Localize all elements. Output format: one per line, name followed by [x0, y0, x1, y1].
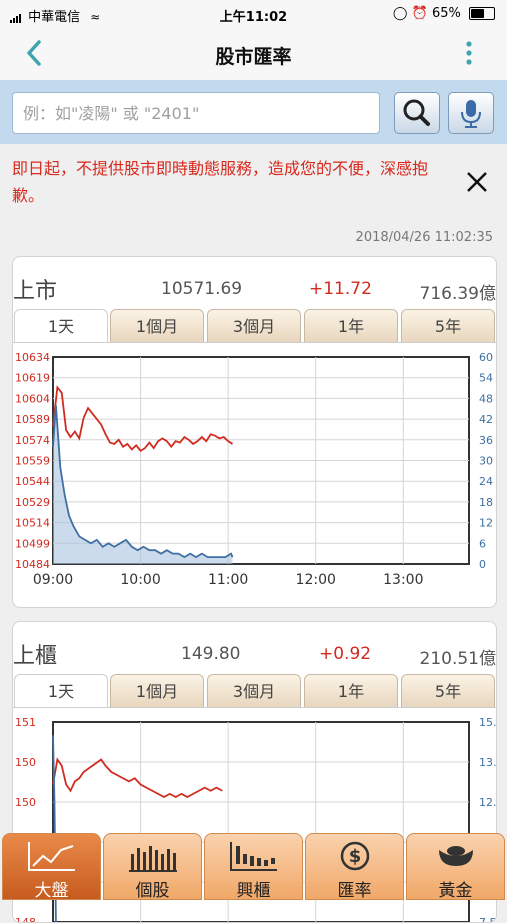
tab-3month[interactable]: 3個月	[207, 674, 301, 708]
market-change: +11.72	[309, 279, 372, 299]
intraday-chart: 10634 10619 10604 10589 10574 10559 10544 10529…	[15, 351, 493, 588]
bottom-tab-label: 大盤	[34, 881, 69, 901]
y-left-tick: 150	[15, 796, 36, 809]
x-tick: 10:00	[120, 572, 160, 588]
nav-bar: 股市匯率	[0, 28, 507, 81]
market-name: 上櫃	[13, 644, 58, 669]
y-right-tick: 42	[479, 413, 493, 426]
y-right-tick: 54	[479, 372, 493, 385]
bottom-tab-exchange[interactable]: $ 匯率	[305, 833, 404, 901]
bar-chart-icon	[129, 846, 177, 872]
bottom-tab-emerging[interactable]: 興櫃	[204, 833, 303, 901]
trend-line-icon	[28, 842, 75, 871]
bottom-tab-market[interactable]: 大盤	[2, 833, 101, 901]
x-tick: 09:00	[33, 572, 73, 588]
microphone-icon	[461, 100, 481, 128]
tab-1month[interactable]: 1個月	[110, 674, 204, 708]
y-left-tick: 150	[15, 756, 36, 769]
y-left-tick: 10499	[15, 537, 50, 550]
bottom-tab-label: 匯率	[337, 881, 372, 901]
y-right-tick: 36	[479, 434, 493, 447]
search-field	[12, 92, 380, 134]
search-icon	[403, 99, 430, 126]
y-left-tick: 151	[15, 716, 36, 729]
y-right-tick: 24	[479, 475, 493, 488]
svg-text:$: $	[349, 846, 362, 867]
x-tick: 12:00	[296, 572, 336, 588]
update-timestamp: 2018/04/26 11:02:35	[355, 230, 493, 245]
y-right-tick: 48	[479, 392, 493, 405]
tab-5year[interactable]: 5年	[401, 309, 495, 343]
tab-1day[interactable]: 1天	[14, 309, 108, 343]
market-change: +0.92	[319, 644, 372, 664]
tab-1month[interactable]: 1個月	[110, 309, 204, 343]
y-right-tick: 7.5	[479, 916, 496, 922]
y-right-tick: 6	[479, 537, 486, 550]
y-left-tick: 148	[15, 916, 36, 922]
market-index: 10571.69	[161, 279, 243, 299]
bottom-tab-label: 黃金	[438, 881, 473, 901]
service-notice: 即日起，不提供股市即時動態服務，造成您的不便，深感抱歉。	[12, 159, 429, 205]
battery-icon	[469, 7, 495, 20]
search-input[interactable]	[21, 93, 365, 133]
page-title: 股市匯率	[215, 46, 292, 68]
close-icon[interactable]	[462, 167, 492, 197]
y-left-tick: 10529	[15, 496, 50, 509]
bottom-tab-gold[interactable]: 黃金	[406, 833, 505, 901]
bottom-tab-bar: 大盤 個股 興櫃 $ 匯率 黃金	[0, 833, 507, 901]
y-left-tick: 10604	[15, 392, 50, 405]
y-right-tick: 18	[479, 496, 493, 509]
bottom-tab-label: 興櫃	[236, 881, 271, 901]
y-left-tick: 10574	[15, 434, 50, 447]
rotation-lock-icon: ◯	[392, 6, 408, 21]
y-left-tick: 10484	[15, 558, 50, 571]
y-right-tick: 15.0	[479, 716, 496, 729]
y-left-tick: 10619	[15, 372, 50, 385]
period-tabs: 1天 1個月 3個月 1年 5年	[13, 309, 496, 343]
tab-1year[interactable]: 1年	[304, 309, 398, 343]
y-right-tick: 30	[479, 455, 493, 468]
y-right-tick: 12.0	[479, 796, 496, 809]
y-right-tick: 0	[479, 558, 486, 571]
alarm-icon: ⏰	[411, 6, 428, 21]
period-tabs: 1天 1個月 3個月 1年 5年	[13, 674, 496, 708]
market-index: 149.80	[181, 644, 241, 664]
search-button[interactable]	[394, 92, 440, 134]
x-tick: 11:00	[208, 572, 248, 588]
dollar-coin-icon: $	[340, 841, 370, 871]
gold-ingot-icon	[439, 846, 473, 866]
market-name: 上市	[13, 279, 58, 304]
y-right-tick: 13.5	[479, 756, 496, 769]
y-left-tick: 10514	[15, 517, 50, 530]
tab-5year[interactable]: 5年	[401, 674, 495, 708]
more-options-icon[interactable]	[459, 38, 479, 68]
market-volume: 210.51億	[419, 649, 496, 669]
market-volume: 716.39億	[419, 284, 496, 304]
market-card-listed: 上市 10571.69 +11.72 716.39億 1天 1個月 3個月 1年…	[12, 256, 497, 608]
y-right-tick: 60	[479, 351, 493, 364]
bottom-tab-stocks[interactable]: 個股	[103, 833, 202, 901]
voice-search-button[interactable]	[448, 92, 494, 134]
y-left-tick: 10634	[15, 351, 50, 364]
y-left-tick: 10544	[15, 475, 50, 488]
tab-1day[interactable]: 1天	[14, 674, 108, 708]
y-right-tick: 12	[479, 517, 493, 530]
candlestick-icon	[230, 842, 277, 871]
bottom-tab-label: 個股	[135, 881, 170, 901]
battery-percent: 65%	[431, 6, 461, 21]
tab-3month[interactable]: 3個月	[207, 309, 301, 343]
y-left-tick: 10559	[15, 455, 50, 468]
status-bar: 中華電信 ≈ 上午11:02 ◯ ⏰ 65%	[0, 0, 507, 28]
tab-1year[interactable]: 1年	[304, 674, 398, 708]
y-left-tick: 10589	[15, 413, 50, 426]
status-right: ◯ ⏰ 65%	[393, 6, 495, 21]
x-tick: 13:00	[383, 572, 423, 588]
search-bar	[0, 80, 507, 144]
